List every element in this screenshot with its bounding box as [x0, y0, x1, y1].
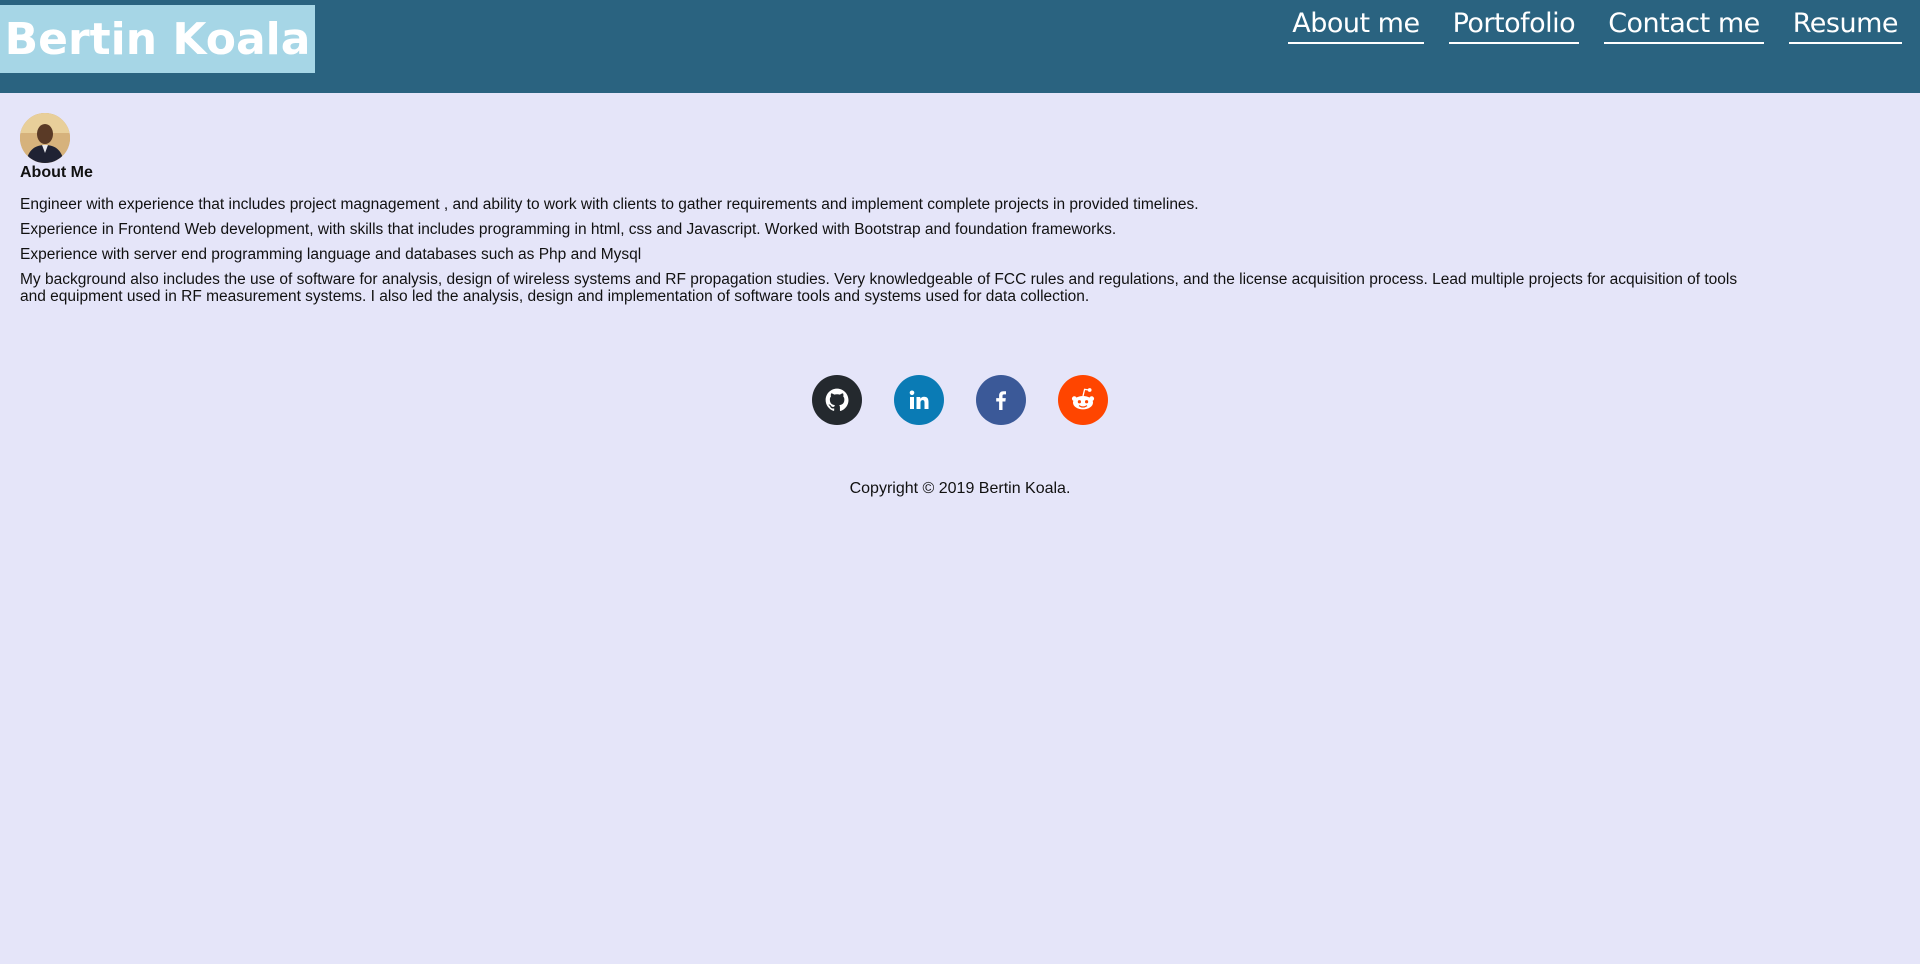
facebook-link[interactable]: [976, 375, 1026, 425]
profile-avatar: [20, 113, 70, 163]
linkedin-icon: [909, 390, 929, 409]
about-paragraph: Engineer with experience that includes p…: [20, 196, 1199, 213]
main-nav: About me Portofolio Contact me Resume: [1288, 6, 1902, 44]
nav-portofolio[interactable]: Portofolio: [1448, 6, 1580, 44]
social-links: [812, 375, 1108, 425]
about-paragraph: Experience with server end programming l…: [20, 246, 642, 263]
about-paragraph: Experience in Frontend Web development, …: [20, 221, 1117, 238]
github-link[interactable]: [812, 375, 862, 425]
nav-contact-me[interactable]: Contact me: [1604, 6, 1764, 44]
nav-resume[interactable]: Resume: [1788, 6, 1902, 44]
linkedin-link[interactable]: [894, 375, 944, 425]
nav-about-me[interactable]: About me: [1288, 6, 1424, 44]
facebook-icon: [996, 391, 1006, 410]
avatar-photo: [20, 113, 70, 163]
about-paragraph: My background also includes the use of s…: [20, 271, 1738, 305]
site-header: Bertin Koala About me Portofolio Contact…: [0, 0, 1920, 93]
footer-copyright: Copyright © 2019 Bertin Koala.: [849, 480, 1071, 497]
github-icon: [825, 388, 849, 411]
about-title: About Me: [20, 164, 93, 181]
site-brand[interactable]: Bertin Koala: [0, 5, 315, 73]
reddit-icon: [1071, 388, 1095, 410]
reddit-link[interactable]: [1058, 375, 1108, 425]
about-content: Engineer with experience that includes p…: [20, 196, 1760, 313]
